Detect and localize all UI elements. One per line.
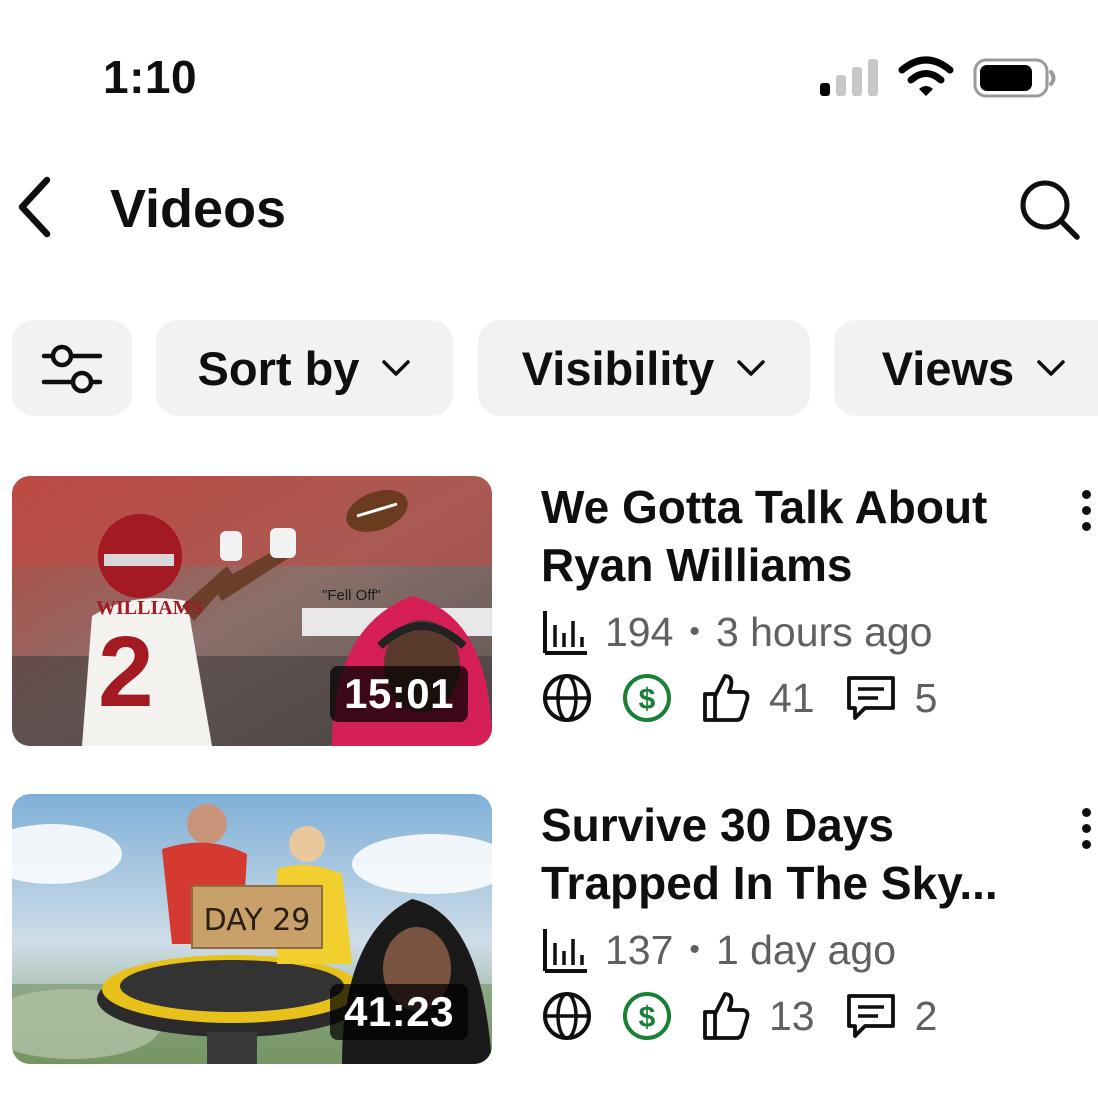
dollar-icon: $: [621, 990, 673, 1042]
visibility-dropdown[interactable]: Visibility: [478, 320, 810, 416]
video-meta: 137 • 1 day ago: [541, 922, 896, 978]
publish-age: 1 day ago: [715, 926, 897, 973]
thumbs-up-icon: [701, 990, 751, 1042]
views-dropdown[interactable]: Views: [834, 320, 1098, 416]
sort-by-dropdown[interactable]: Sort by: [156, 320, 453, 416]
wifi-icon: [898, 56, 954, 96]
globe-icon: [541, 672, 593, 724]
sort-by-label: Sort by: [197, 341, 360, 395]
status-bar: 1:10: [0, 0, 1098, 140]
views-chart-icon: [541, 607, 589, 657]
video-thumbnail[interactable]: DAY 29 41:23: [12, 794, 492, 1064]
meta-separator: •: [689, 933, 700, 966]
meta-separator: •: [689, 615, 700, 648]
video-duration: 15:01: [330, 666, 468, 722]
battery-icon: [973, 58, 1056, 98]
video-list-item[interactable]: DAY 29 41:23 Survive 30 Days Trapped In …: [0, 794, 1098, 1066]
jersey-number: 2: [98, 616, 154, 728]
views-label: Views: [881, 341, 1015, 395]
filter-bar: Sort by Visibility Views: [0, 320, 1098, 418]
search-button[interactable]: [1014, 174, 1086, 246]
like-count: 13: [769, 992, 815, 1039]
video-list-item[interactable]: WILLIAMS 2 "Fell Off" 15:01 We Gotta Tal…: [0, 476, 1098, 748]
comment-count: 2: [914, 992, 938, 1039]
video-thumbnail[interactable]: WILLIAMS 2 "Fell Off" 15:01: [12, 476, 492, 746]
thumb-caption: "Fell Off": [322, 587, 381, 604]
signal-icon: [820, 59, 878, 96]
svg-text:$: $: [639, 1001, 656, 1034]
back-button[interactable]: [6, 172, 62, 242]
globe-icon: [541, 990, 593, 1042]
view-count: 194: [605, 608, 674, 655]
chevron-down-icon: [736, 358, 766, 378]
back-arrow-icon: [18, 176, 51, 238]
sign-text: DAY 29: [204, 903, 311, 938]
status-time: 1:10: [103, 51, 198, 103]
video-duration: 41:23: [330, 984, 468, 1040]
video-title[interactable]: Survive 30 Days Trapped In The Sky...: [541, 796, 1061, 912]
search-icon: [1020, 180, 1080, 240]
visibility-label: Visibility: [521, 341, 715, 395]
comment-icon: [845, 990, 897, 1042]
comment-count: 5: [914, 674, 938, 721]
top-app-bar: Videos: [0, 160, 1098, 260]
publish-age: 3 hours ago: [715, 608, 933, 655]
video-meta: 194 • 3 hours ago: [541, 604, 933, 660]
page-title: Videos: [110, 179, 287, 239]
more-vert-icon[interactable]: [1066, 480, 1098, 540]
filter-sliders-icon: [41, 344, 103, 394]
video-stats: $ 41 5: [541, 670, 937, 726]
like-count: 41: [769, 674, 815, 721]
video-stats: $ 13 2: [541, 988, 937, 1044]
svg-text:$: $: [639, 683, 656, 716]
chevron-down-icon: [381, 358, 411, 378]
comment-icon: [845, 672, 897, 724]
video-title[interactable]: We Gotta Talk About Ryan Williams: [541, 478, 1061, 594]
dollar-icon: $: [621, 672, 673, 724]
chevron-down-icon: [1036, 358, 1066, 378]
view-count: 137: [605, 926, 674, 973]
views-chart-icon: [541, 925, 589, 975]
thumbs-up-icon: [701, 672, 751, 724]
more-vert-icon[interactable]: [1066, 798, 1098, 858]
filter-settings-button[interactable]: [12, 320, 132, 416]
